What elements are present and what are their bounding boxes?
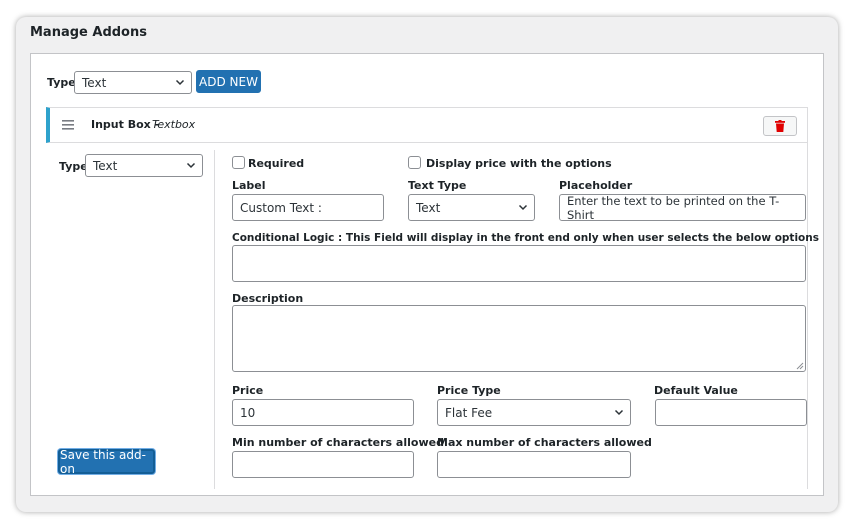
text-type-select[interactable]: Text <box>408 194 535 221</box>
side-type-label: Type <box>59 160 88 173</box>
display-price-checkbox[interactable] <box>408 156 421 169</box>
card-title: Manage Addons <box>30 25 147 40</box>
default-value-input[interactable] <box>655 399 807 426</box>
default-value-label: Default Value <box>654 384 738 397</box>
chevron-down-icon <box>518 204 528 210</box>
price-type-value: Flat Fee <box>445 405 493 420</box>
label-field-label: Label <box>232 179 266 192</box>
text-type-label: Text Type <box>408 179 467 192</box>
chevron-down-icon <box>614 409 624 415</box>
addon-title: Input Box - <box>91 118 160 131</box>
display-price-label: Display price with the options <box>426 157 612 170</box>
placeholder-input[interactable]: Enter the text to be printed on the T-Sh… <box>559 193 806 222</box>
addon-subtitle: Textbox <box>152 118 196 131</box>
price-label: Price <box>232 384 264 397</box>
drag-handle-icon[interactable] <box>62 120 74 130</box>
save-addon-button[interactable]: Save this add-on <box>58 448 155 476</box>
price-input-value: 10 <box>240 405 256 420</box>
text-type-value: Text <box>416 200 441 215</box>
max-chars-input[interactable] <box>437 451 631 478</box>
conditional-logic-label: Conditional Logic : This Field will disp… <box>232 232 819 244</box>
manage-addons-card: Manage Addons Type Text ADD NEW Input Bo… <box>16 17 838 512</box>
resize-handle-icon[interactable] <box>796 362 804 370</box>
price-type-label: Price Type <box>437 384 501 397</box>
addon-header[interactable]: Input Box - Textbox <box>46 107 808 143</box>
add-new-button[interactable]: ADD NEW <box>196 70 261 93</box>
chevron-down-icon <box>186 162 196 168</box>
top-type-label: Type <box>47 76 76 89</box>
placeholder-label: Placeholder <box>559 179 633 192</box>
delete-addon-button[interactable] <box>763 116 797 136</box>
label-input-value: Custom Text : <box>240 200 322 215</box>
addons-panel: Type Text ADD NEW Input Box - Textbox Ty… <box>30 53 824 496</box>
price-input[interactable]: 10 <box>232 399 414 426</box>
min-chars-label: Min number of characters allowed <box>232 436 444 449</box>
min-chars-input[interactable] <box>232 451 414 478</box>
description-label: Description <box>232 292 304 305</box>
chevron-down-icon <box>175 79 185 85</box>
price-type-select[interactable]: Flat Fee <box>437 399 631 426</box>
addon-side-divider <box>214 150 215 489</box>
required-checkbox[interactable] <box>232 156 245 169</box>
side-type-select[interactable]: Text <box>85 154 203 177</box>
max-chars-label: Max number of characters allowed <box>437 436 652 449</box>
label-input[interactable]: Custom Text : <box>232 194 384 221</box>
top-type-select[interactable]: Text <box>74 71 192 94</box>
conditional-logic-input[interactable] <box>232 245 806 282</box>
top-type-value: Text <box>82 75 107 90</box>
side-type-value: Text <box>93 158 118 173</box>
required-label: Required <box>248 157 305 170</box>
placeholder-input-value: Enter the text to be printed on the T-Sh… <box>567 193 780 222</box>
description-textarea[interactable] <box>232 305 806 372</box>
trash-icon <box>775 120 785 132</box>
